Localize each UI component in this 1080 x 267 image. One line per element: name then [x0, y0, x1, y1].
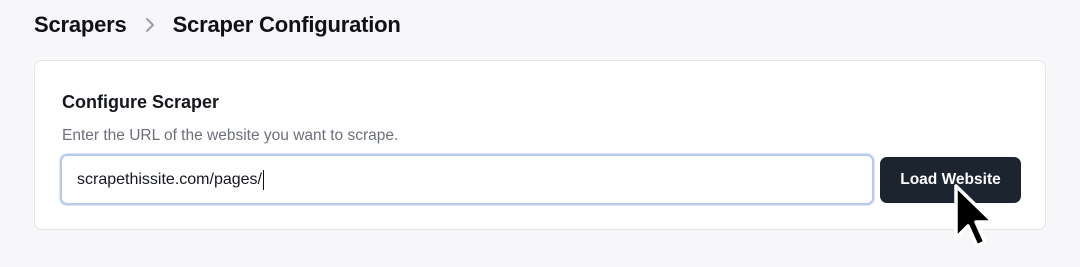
chevron-right-icon — [127, 10, 173, 40]
mouse-cursor-icon — [951, 182, 1001, 252]
card-description: Enter the URL of the website you want to… — [62, 127, 399, 144]
breadcrumb-item-current: Scraper Configuration — [172, 12, 401, 37]
card-title: Configure Scraper — [62, 92, 220, 112]
url-input-value: scrapethissite.com/pages/ — [77, 170, 262, 188]
url-input[interactable]: scrapethissite.com/pages/ — [60, 154, 874, 205]
breadcrumb-item-scrapers[interactable]: Scrapers — [34, 12, 127, 38]
configure-scraper-card: Configure Scraper Enter the URL of the w… — [34, 60, 1046, 230]
text-caret — [262, 169, 265, 190]
breadcrumb: Scrapers Scraper Configuration — [34, 10, 401, 40]
